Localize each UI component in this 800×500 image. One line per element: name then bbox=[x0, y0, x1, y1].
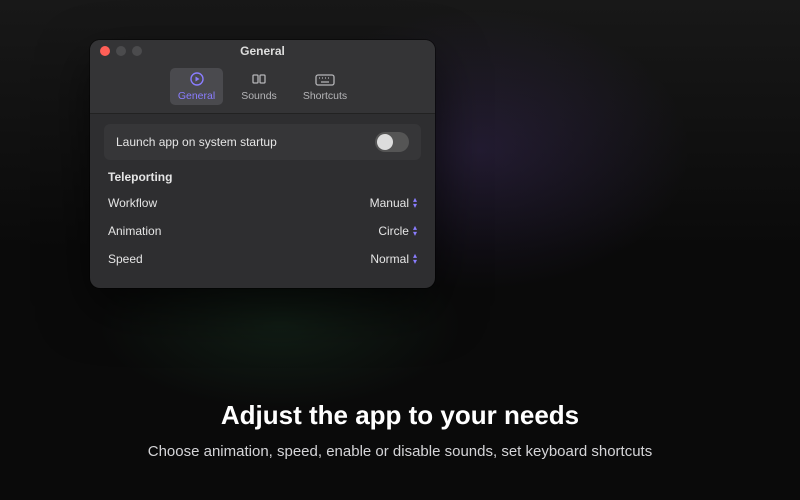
tab-sounds[interactable]: Sounds bbox=[480, 158, 532, 195]
shortcut-row: itions ⌃⌥⌘Z ✕ bbox=[384, 296, 634, 329]
launch-toggle[interactable] bbox=[375, 132, 409, 152]
close-icon[interactable]: ✕ bbox=[608, 223, 624, 239]
play-circle-icon bbox=[432, 161, 454, 177]
traffic-lights bbox=[100, 46, 142, 56]
select-value: Manual bbox=[370, 196, 409, 210]
window-close-button[interactable] bbox=[100, 46, 110, 56]
keyboard-icon bbox=[560, 161, 582, 177]
speed-row: Speed Normal ▴▾ bbox=[104, 246, 421, 272]
shortcut-key[interactable]: ⌃⌥⌘X bbox=[528, 261, 600, 282]
chevron-up-down-icon: ▴▾ bbox=[413, 253, 417, 265]
animation-select[interactable]: Circle ▴▾ bbox=[378, 224, 417, 238]
chevron-up-down-icon: ▴▾ bbox=[413, 225, 417, 237]
sounds-icon bbox=[248, 71, 270, 87]
setting-label: Speed bbox=[108, 252, 143, 266]
play-circle-icon bbox=[186, 71, 208, 87]
tab-label: General bbox=[178, 90, 215, 102]
select-value: Circle bbox=[378, 224, 409, 238]
animation-row: Animation Circle ▴▾ bbox=[104, 218, 421, 244]
tab-shortcuts[interactable]: Shortcuts bbox=[295, 68, 355, 105]
workflow-row: Workflow Manual ▴▾ bbox=[104, 190, 421, 216]
tab-label: Sounds bbox=[488, 180, 524, 192]
shortcut-label: itions bbox=[394, 306, 422, 320]
window-title: General bbox=[240, 44, 285, 58]
close-icon[interactable]: ✕ bbox=[608, 305, 624, 321]
window-maximize-button[interactable] bbox=[132, 46, 142, 56]
launch-on-startup-row: Launch app on system startup bbox=[104, 124, 421, 160]
speed-select[interactable]: Normal ▴▾ bbox=[370, 252, 417, 266]
sounds-icon bbox=[495, 161, 517, 177]
tab-sounds[interactable]: Sounds bbox=[233, 68, 285, 105]
setting-label: Workflow bbox=[108, 196, 157, 210]
setting-label: Animation bbox=[108, 224, 161, 238]
window-minimize-button[interactable] bbox=[116, 46, 126, 56]
window-title: Shortcuts bbox=[481, 134, 537, 148]
launch-label: Launch app on system startup bbox=[116, 135, 277, 149]
panel-body: Launch app on system startup Teleporting… bbox=[90, 114, 435, 288]
workflow-select[interactable]: Manual ▴▾ bbox=[370, 196, 417, 210]
shortcut-key[interactable]: ⌃⌥⌘A bbox=[528, 220, 600, 241]
close-icon[interactable]: ✕ bbox=[608, 264, 624, 280]
toolbar: General Sounds Shortcuts bbox=[90, 62, 435, 114]
select-value: Normal bbox=[370, 252, 409, 266]
titlebar: General bbox=[90, 40, 435, 62]
tab-label: Sounds bbox=[241, 90, 277, 102]
hero-subtitle: Choose animation, speed, enable or disab… bbox=[0, 443, 800, 460]
hero: Adjust the app to your needs Choose anim… bbox=[0, 400, 800, 460]
tab-label: Shortcuts bbox=[549, 180, 593, 192]
section-title: Teleporting bbox=[108, 170, 417, 184]
chevron-up-down-icon: ▴▾ bbox=[413, 197, 417, 209]
hero-title: Adjust the app to your needs bbox=[0, 400, 800, 431]
shortcut-key[interactable]: ⌃⌥⌘Z bbox=[528, 302, 600, 323]
tab-general[interactable]: General bbox=[170, 68, 223, 105]
window-general: General General Sounds Shortcuts bbox=[90, 40, 435, 288]
tab-label: Shortcuts bbox=[303, 90, 347, 102]
keyboard-icon bbox=[314, 71, 336, 87]
tab-shortcuts[interactable]: Shortcuts bbox=[541, 158, 601, 195]
